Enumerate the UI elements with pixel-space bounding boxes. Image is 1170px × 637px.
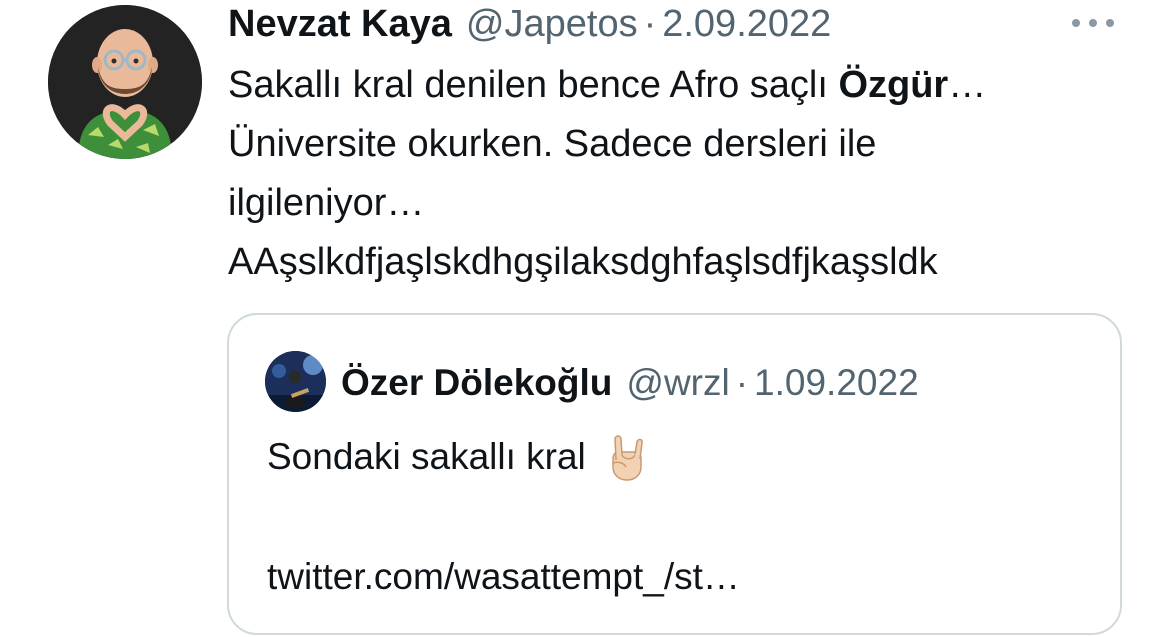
author-name[interactable]: Nevzat Kaya bbox=[228, 3, 452, 46]
dot bbox=[1072, 19, 1080, 27]
quoted-tweet-text-row: Sondaki sakallı kral bbox=[267, 433, 646, 481]
quoted-author-handle: @wrzl bbox=[626, 362, 730, 403]
more-dots-icon[interactable] bbox=[1068, 8, 1118, 38]
body-line-3: ilgileniyor… bbox=[228, 182, 425, 224]
sign-of-the-horns-emoji-icon bbox=[604, 433, 646, 481]
tweet-date[interactable]: 2.09.2022 bbox=[662, 3, 831, 46]
tweet-body: Sakallı kral denilen bence Afro saçlı Öz… bbox=[228, 56, 1128, 292]
quoted-tweet-text: Sondaki sakallı kral bbox=[267, 436, 586, 477]
quoted-tweet-date: 1.09.2022 bbox=[754, 362, 919, 403]
body-line-1-suffix: … bbox=[948, 64, 987, 106]
body-line-4: AAşslkdfjaşlskdhgşilaksdghfaşlsdfjkaşsld… bbox=[228, 241, 938, 283]
quoted-header-separator: · bbox=[735, 362, 749, 403]
quoted-tweet-link[interactable]: twitter.com/wasattempt_/st… bbox=[267, 553, 740, 601]
quoted-author-avatar[interactable] bbox=[265, 351, 326, 412]
tweet[interactable]: Nevzat Kaya @Japetos · 2.09.2022 Sakallı… bbox=[0, 0, 1170, 637]
concert-photo-avatar-icon bbox=[265, 351, 326, 412]
body-line-2: Üniversite okurken. Sadece dersleri ile bbox=[228, 123, 877, 165]
author-handle[interactable]: @Japetos bbox=[466, 3, 638, 46]
body-bold-name: Özgür bbox=[838, 64, 949, 106]
quoted-tweet-header: Özer Dölekoğlu @wrzl · 1.09.2022 bbox=[341, 359, 919, 407]
dot bbox=[1106, 19, 1114, 27]
header-separator: · bbox=[643, 2, 657, 45]
body-line-1-prefix: Sakallı kral denilen bence Afro saçlı bbox=[228, 64, 839, 106]
quoted-tweet-card[interactable]: Özer Dölekoğlu @wrzl · 1.09.2022 Sondaki… bbox=[227, 313, 1122, 635]
dot bbox=[1089, 19, 1097, 27]
tweet-header: Nevzat Kaya @Japetos · 2.09.2022 bbox=[228, 0, 831, 48]
memoji-heart-hands-avatar-icon bbox=[48, 5, 202, 159]
quoted-author-name: Özer Dölekoğlu bbox=[341, 362, 613, 403]
author-avatar[interactable] bbox=[48, 5, 202, 159]
body-line-1: Sakallı kral denilen bence Afro saçlı Öz… bbox=[228, 56, 1128, 115]
